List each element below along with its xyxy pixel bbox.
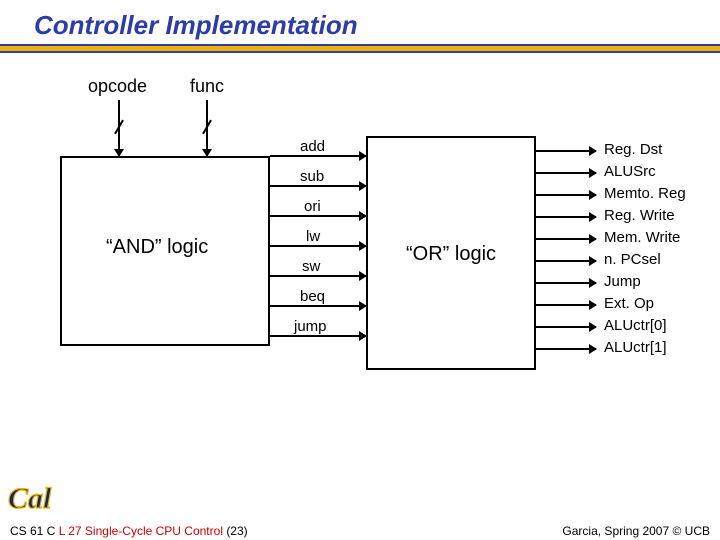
output-regwrite: Reg. Write bbox=[604, 207, 675, 224]
output-jump: Jump bbox=[604, 273, 641, 290]
arrow-intermediate bbox=[270, 275, 366, 277]
arrow-output bbox=[536, 194, 596, 196]
footer-page: (23) bbox=[226, 524, 247, 538]
output-extop: Ext. Op bbox=[604, 295, 654, 312]
footer-left: CS 61 C L 27 Single-Cycle CPU Control (2… bbox=[10, 524, 248, 538]
arrow-intermediate bbox=[270, 305, 366, 307]
page-title: Controller Implementation bbox=[34, 10, 358, 41]
output-memwrite: Mem. Write bbox=[604, 229, 680, 246]
output-npcsel: n. PCsel bbox=[604, 251, 661, 268]
signal-ori: ori bbox=[304, 198, 321, 215]
signal-lw: lw bbox=[306, 228, 320, 245]
signal-jump: jump bbox=[294, 318, 327, 335]
arrow-output bbox=[536, 304, 596, 306]
arrow-output bbox=[536, 326, 596, 328]
or-logic-label: “OR” logic bbox=[406, 243, 496, 266]
cal-logo: Cal bbox=[6, 478, 68, 518]
signal-add: add bbox=[300, 138, 325, 155]
input-label-func: func bbox=[190, 76, 224, 97]
arrow-output bbox=[536, 172, 596, 174]
arrow-output bbox=[536, 282, 596, 284]
svg-text:Cal: Cal bbox=[8, 482, 52, 515]
arrow-intermediate bbox=[270, 245, 366, 247]
arrow-output bbox=[536, 238, 596, 240]
signal-sub: sub bbox=[300, 168, 324, 185]
arrow-output bbox=[536, 150, 596, 152]
footer-right: Garcia, Spring 2007 © UCB bbox=[562, 524, 710, 538]
signal-sw: sw bbox=[302, 258, 320, 275]
output-aluctr1: ALUctr[1] bbox=[604, 339, 667, 356]
output-memtoreg: Memto. Reg bbox=[604, 185, 686, 202]
arrow-intermediate bbox=[270, 185, 366, 187]
and-logic-label: “AND” logic bbox=[106, 236, 208, 259]
footer-course: CS 61 C bbox=[10, 524, 59, 538]
arrow-intermediate bbox=[270, 335, 366, 337]
input-label-opcode: opcode bbox=[88, 76, 147, 97]
output-alusrc: ALUSrc bbox=[604, 163, 656, 180]
output-aluctr0: ALUctr[0] bbox=[604, 317, 667, 334]
arrow-output bbox=[536, 348, 596, 350]
arrow-output bbox=[536, 216, 596, 218]
signal-beq: beq bbox=[300, 288, 325, 305]
arrow-intermediate bbox=[270, 215, 366, 217]
arrow-output bbox=[536, 260, 596, 262]
output-regdst: Reg. Dst bbox=[604, 141, 662, 158]
footer-lecture: L 27 Single-Cycle CPU Control bbox=[59, 524, 227, 538]
arrow-intermediate bbox=[270, 155, 366, 157]
divider bbox=[0, 51, 720, 53]
